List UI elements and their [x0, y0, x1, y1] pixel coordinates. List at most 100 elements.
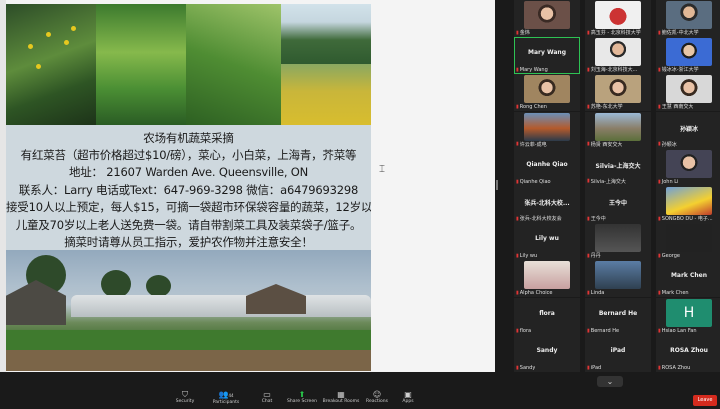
- participant-video: [666, 149, 712, 178]
- participant-tile[interactable]: ▮ George: [656, 223, 720, 261]
- participant-name: ▮ Sandy: [516, 365, 535, 371]
- participant-video: [524, 261, 570, 290]
- mic-muted-icon: ▮: [658, 327, 661, 334]
- mic-muted-icon: ▮: [658, 66, 661, 73]
- participant-tile[interactable]: ▮ 丹丹: [585, 223, 651, 261]
- participant-tile[interactable]: H ▮ Hsiao Lan Fan: [656, 297, 720, 335]
- mic-muted-icon: ▮: [516, 29, 519, 36]
- flyer-booking: 接受10人以上预定，每人$15，可摘一袋超市环保袋容量的蔬菜，12岁以下: [6, 200, 371, 214]
- chevron-down-icon[interactable]: ⌄: [597, 376, 623, 387]
- mouse-cursor-icon: ⌶: [379, 164, 385, 175]
- participant-name: ▮ 杨贤 西安交大: [587, 141, 622, 148]
- participant-name: ▮ 王慧 西南交大: [658, 103, 694, 111]
- participant-name-label: Silvia-上海交大: [590, 178, 626, 185]
- participant-name-label: Bernard He: [590, 327, 620, 334]
- participant-name: ▮ 丹丹: [587, 252, 601, 260]
- mic-muted-icon: ▮: [516, 141, 519, 148]
- chat-button[interactable]: ▭ Chat: [247, 390, 287, 405]
- mic-muted-icon: ▮: [658, 290, 661, 297]
- participant-tile[interactable]: iPad ▮ iPad: [585, 334, 651, 372]
- participant-tile[interactable]: ▮ 许云菲-成电: [514, 111, 580, 149]
- security-button[interactable]: ⛉ Security: [165, 390, 205, 405]
- mic-muted-icon: ▮: [658, 215, 661, 222]
- participant-tile[interactable]: Mark Chen ▮ Mark Chen: [656, 260, 720, 298]
- participant-name: ▮ 张兵-北科大校友会: [516, 215, 562, 223]
- participant-tile[interactable]: Qianhe Qiao ▮ Qianhe Qiao: [514, 148, 580, 186]
- participant-name: ▮ Mark Chen: [658, 290, 689, 296]
- participant-name-label: John Li: [661, 178, 679, 185]
- participant-tile[interactable]: Mary Wang ▮ Mary Wang: [514, 37, 580, 75]
- chat-icon: ▭: [263, 390, 271, 399]
- participant-display-name: iPad: [610, 346, 626, 354]
- participant-tile[interactable]: Silvia-上海交大 ▮ Silvia-上海交大: [585, 148, 651, 186]
- mic-muted-icon: ▮: [516, 253, 519, 260]
- participant-video: [524, 75, 570, 104]
- mic-muted-icon: ▮: [587, 252, 590, 259]
- participant-name-label: 丹丹: [590, 253, 601, 260]
- farm-flyer: 农场有机蔬菜采摘 有红菜苔（超市价格超过$10/磅），菜心，小白菜，上海青，芥菜…: [6, 4, 371, 371]
- participant-display-name: Mark Chen: [670, 272, 708, 280]
- participant-display-name: Silvia-上海交大: [595, 162, 641, 170]
- participant-tile[interactable]: ▮ 钱冰冰-浙江大学: [656, 37, 720, 75]
- participant-tile[interactable]: ▮ 苏艳-东北大学: [585, 74, 651, 112]
- participant-tile[interactable]: ▮ 高玉芬 - 北京科技大学: [585, 0, 651, 37]
- participant-display-name: Sandy: [536, 346, 558, 354]
- mic-muted-icon: ▮: [658, 253, 661, 260]
- participant-tile[interactable]: ▮ Linda: [585, 260, 651, 298]
- participant-tile[interactable]: ▮ 鲍佐凯-中北大学: [656, 0, 720, 37]
- mic-muted-icon: ▮: [587, 290, 590, 297]
- mic-muted-icon: ▮: [587, 29, 590, 36]
- participant-video: [595, 38, 641, 67]
- participants-button[interactable]: 👥44 Participants: [206, 390, 246, 406]
- participant-tile[interactable]: ▮ 王慧 西南交大: [656, 74, 720, 112]
- flyer-text-block: 农场有机蔬菜采摘 有红菜苔（超市价格超过$10/磅），菜心，小白菜，上海青，芥菜…: [6, 125, 371, 250]
- participant-tile[interactable]: ▮ SONGBO DU - 电子...: [656, 186, 720, 223]
- participant-tile[interactable]: ▮ 杨贤 西安交大: [585, 111, 651, 149]
- breakout-rooms-button[interactable]: ▦ Breakout Rooms: [321, 390, 361, 405]
- participant-name-label: 王慧 西南交大: [661, 104, 694, 111]
- split-handle[interactable]: [496, 180, 498, 190]
- participant-video: [595, 75, 641, 104]
- participant-display-name: 张兵-北科大校...: [524, 200, 570, 207]
- participant-name-label: 鲍佐凯-中北大学: [661, 30, 699, 36]
- share-screen-icon: ⬆: [298, 390, 306, 399]
- participant-name: ▮ Hsiao Lan Fan: [658, 328, 697, 334]
- participant-display-name: 王今中: [608, 200, 627, 207]
- participant-display-name: flora: [539, 309, 555, 317]
- participant-name: ▮ Bernard He: [587, 328, 619, 334]
- participant-name-label: 孙颖冰: [661, 141, 677, 148]
- participant-name: ▮ Rong Chen: [516, 104, 547, 110]
- share-screen-button[interactable]: ⬆ Share Screen: [282, 390, 322, 405]
- participant-tile[interactable]: Bernard He ▮ Bernard He: [585, 297, 651, 335]
- participant-name-label: Hsiao Lan Fan: [661, 327, 697, 334]
- participant-name: ▮ iPad: [587, 365, 601, 371]
- participant-tile[interactable]: 王今中 ▮ 王今中: [585, 186, 651, 223]
- participant-tile[interactable]: 孙颖冰 ▮ 孙颖冰: [656, 111, 720, 149]
- participant-name-label: Mark Chen: [661, 290, 689, 297]
- participant-tile[interactable]: ▮ John Li: [656, 148, 720, 186]
- participant-tile[interactable]: ▮ 金炜: [514, 0, 580, 37]
- participant-tile[interactable]: Sandy ▮ Sandy: [514, 334, 580, 372]
- mic-muted-icon: ▮: [587, 327, 590, 334]
- participant-name: ▮ 苏艳-东北大学: [587, 103, 623, 111]
- participant-tile[interactable]: 张兵-北科大校... ▮ 张兵-北科大校友会: [514, 186, 580, 223]
- participant-name-label: George: [661, 253, 680, 260]
- gallery-view: ▮ 金炜 ▮ 高玉芬 - 北京科技大学 ▮ 鲍佐凯-中北大学 Mary Wang ▮ Mary …: [511, 0, 720, 372]
- participant-name-label: 钱冰冰-浙江大学: [661, 67, 699, 74]
- mic-muted-icon: ▮: [516, 327, 519, 334]
- flyer-free-bag: 儿童及70岁以上老人送免费一袋。请自带割菜工具及装菜袋子/篮子。: [15, 218, 362, 232]
- participant-display-name: 孙颖冰: [679, 125, 698, 133]
- participant-tile[interactable]: ▮ Alpha Choice: [514, 260, 580, 298]
- participant-tile[interactable]: Lily wu ▮ Lily wu: [514, 223, 580, 261]
- apps-button[interactable]: ▣ Apps: [388, 390, 428, 405]
- photo-bok-choy: [186, 4, 281, 125]
- participant-tile[interactable]: flora ▮ flora: [514, 297, 580, 335]
- participant-tile[interactable]: ▮ Rong Chen: [514, 74, 580, 112]
- participant-name: ▮ flora: [516, 328, 531, 334]
- participant-display-name: Mary Wang: [528, 49, 566, 57]
- participant-tile[interactable]: ▮ 刘玉海-北京科技大...: [585, 37, 651, 75]
- shield-icon: ⛉: [182, 390, 188, 399]
- leave-button[interactable]: Leave: [693, 395, 717, 406]
- photo-landscape: [281, 4, 371, 64]
- participant-tile[interactable]: ROSA Zhou ▮ ROSA Zhou: [656, 334, 720, 372]
